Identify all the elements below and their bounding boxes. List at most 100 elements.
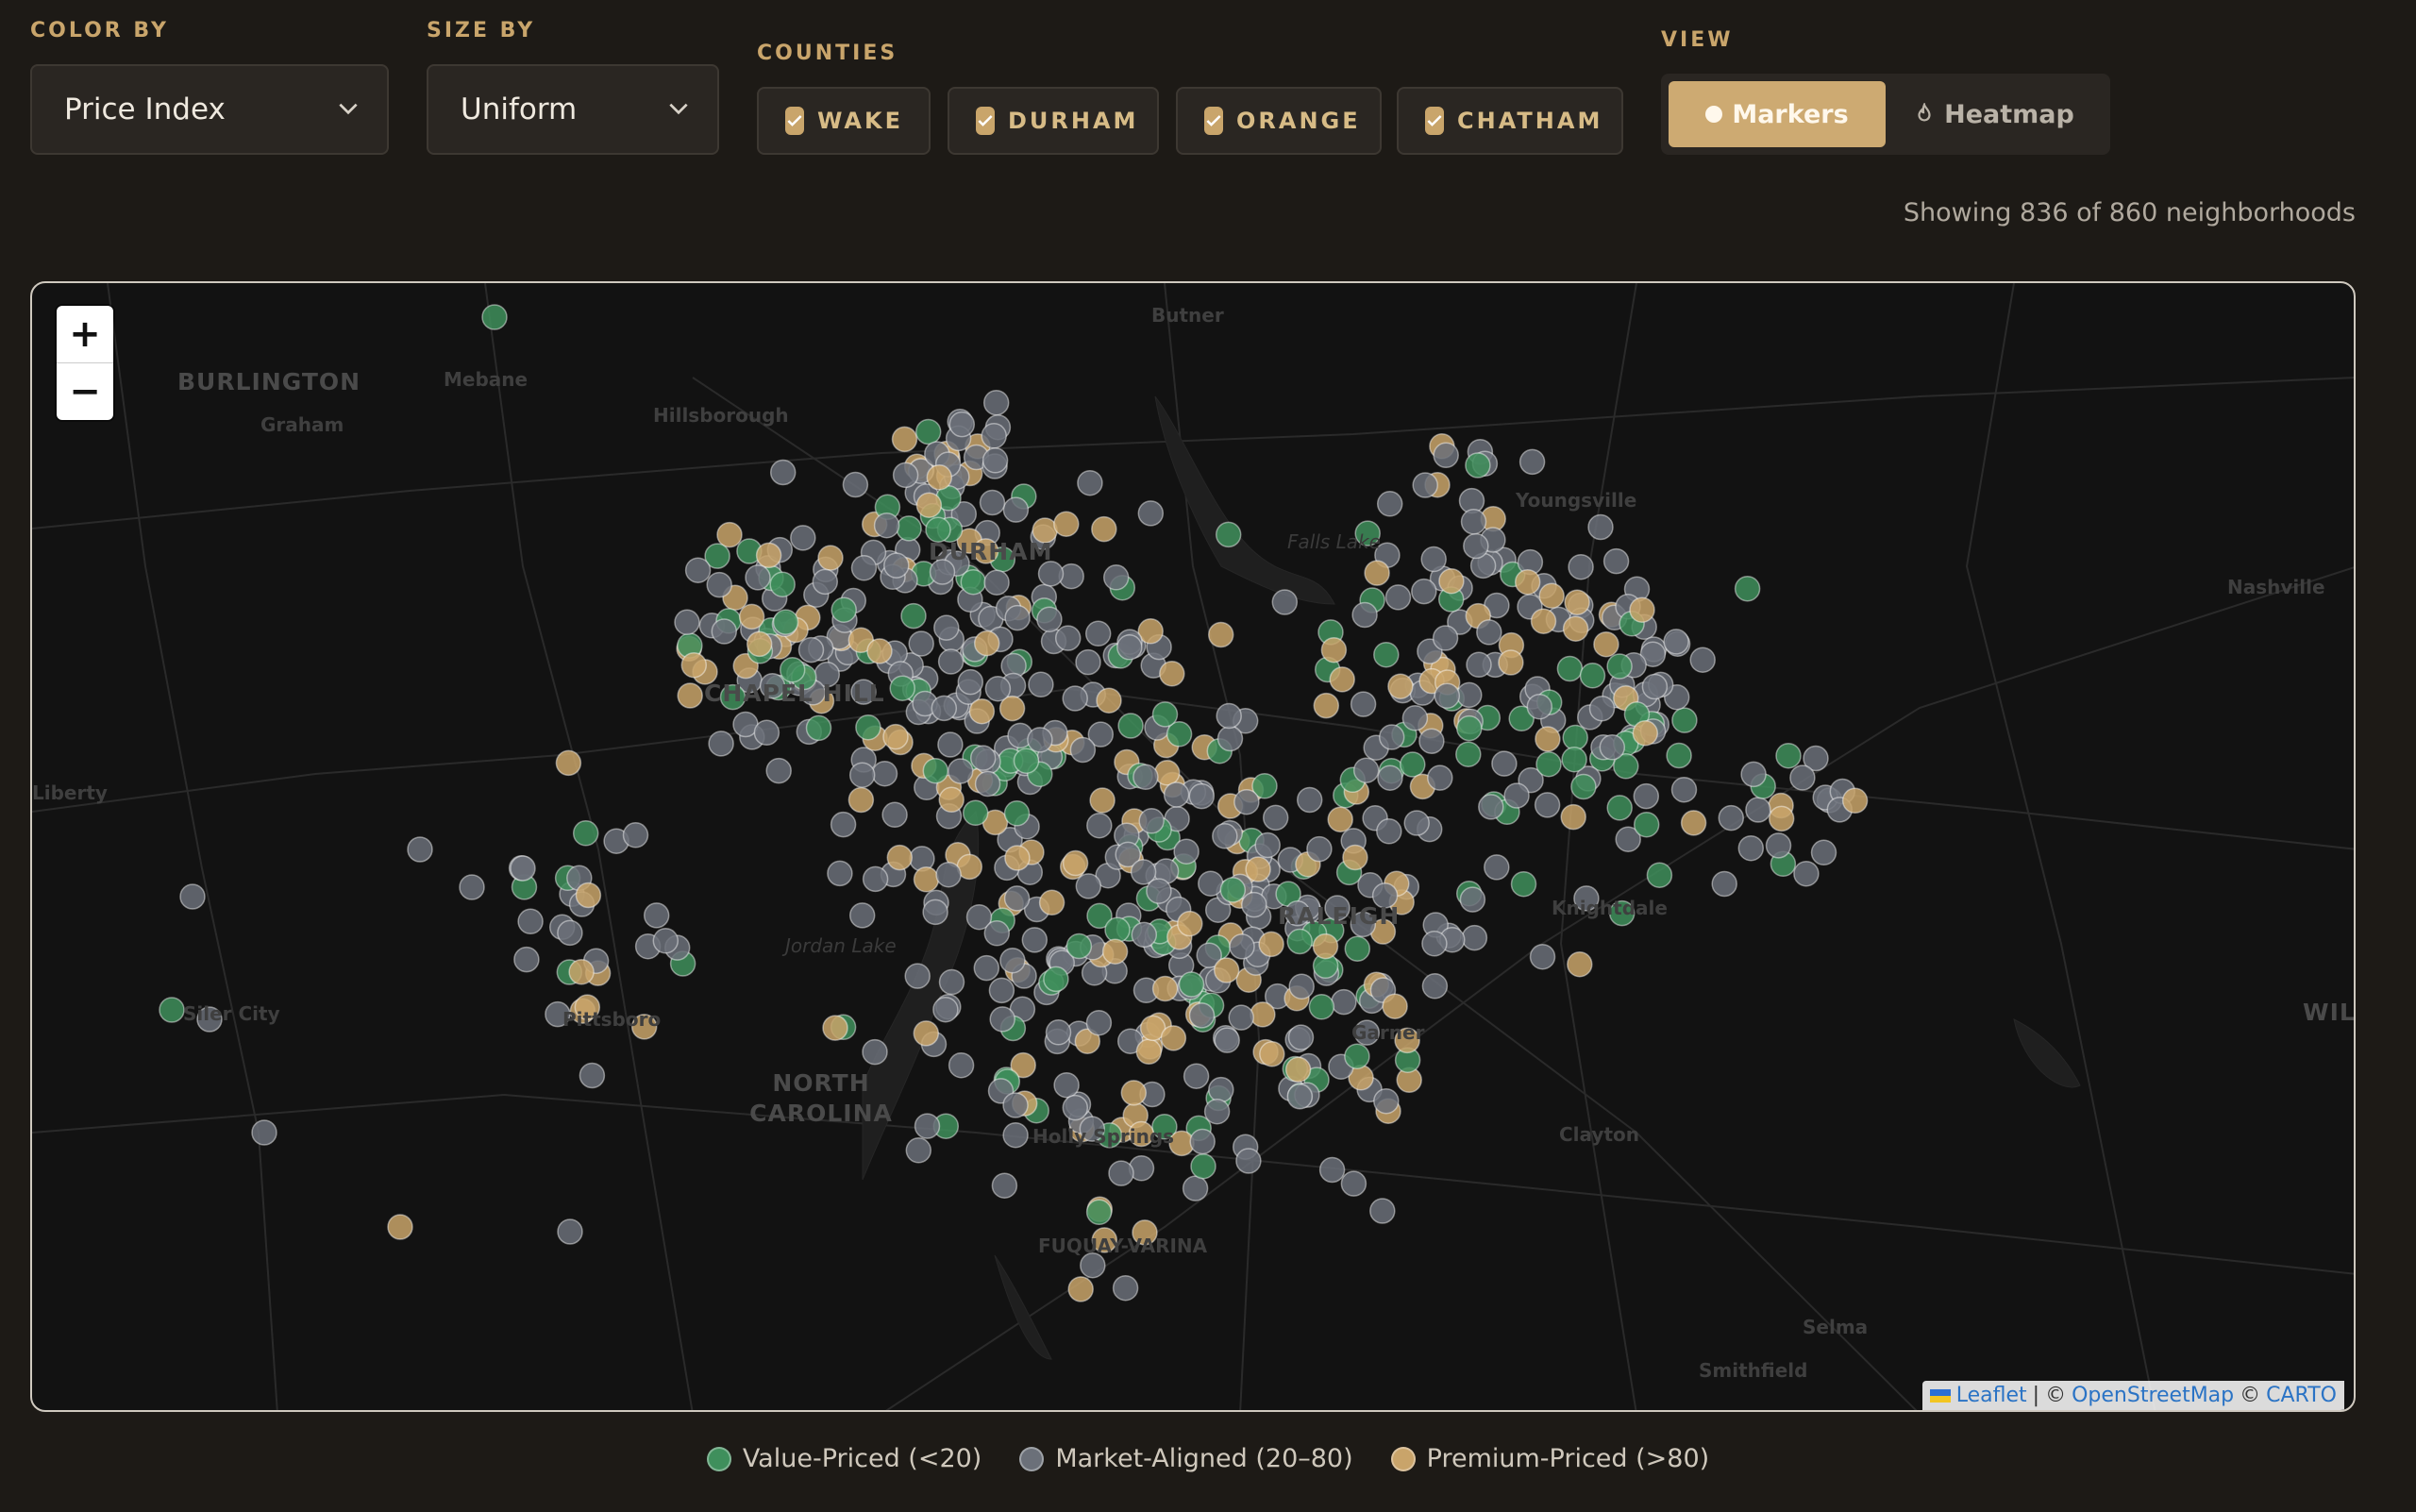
neighborhood-marker[interactable] — [1067, 1276, 1094, 1302]
neighborhood-marker[interactable] — [513, 946, 540, 973]
neighborhood-marker[interactable] — [1054, 625, 1082, 651]
neighborhood-marker[interactable] — [1373, 1087, 1400, 1115]
neighborhood-marker[interactable] — [1588, 695, 1616, 722]
neighborhood-marker[interactable] — [1213, 957, 1240, 983]
neighborhood-marker[interactable] — [1384, 584, 1412, 611]
neighborhood-marker[interactable] — [969, 745, 997, 771]
neighborhood-marker[interactable] — [1084, 620, 1112, 647]
neighborhood-marker[interactable] — [1138, 808, 1165, 834]
neighborhood-marker[interactable] — [1432, 625, 1459, 651]
neighborhood-marker[interactable] — [1364, 560, 1390, 586]
neighborhood-marker[interactable] — [1306, 835, 1333, 863]
neighborhood-marker[interactable] — [1320, 636, 1348, 664]
neighborhood-marker[interactable] — [1562, 724, 1588, 751]
neighborhood-marker[interactable] — [882, 723, 909, 750]
neighborhood-marker[interactable] — [1086, 812, 1113, 839]
neighborhood-marker[interactable] — [251, 1119, 277, 1146]
neighborhood-marker[interactable] — [1203, 1098, 1231, 1125]
neighborhood-marker[interactable] — [407, 836, 433, 863]
neighborhood-marker[interactable] — [769, 459, 797, 486]
neighborhood-marker[interactable] — [481, 304, 508, 330]
neighborhood-marker[interactable] — [1535, 726, 1561, 752]
neighborhood-marker[interactable] — [652, 928, 680, 954]
neighborhood-marker[interactable] — [1514, 568, 1541, 596]
neighborhood-marker[interactable] — [935, 861, 962, 888]
carto-link[interactable]: CARTO — [2266, 1384, 2337, 1407]
neighborhood-marker[interactable] — [680, 651, 708, 679]
neighborhood-marker[interactable] — [968, 697, 996, 725]
neighborhood-marker[interactable] — [1120, 1080, 1148, 1106]
neighborhood-marker[interactable] — [871, 760, 898, 787]
neighborhood-marker[interactable] — [1262, 804, 1289, 832]
neighborhood-marker[interactable] — [1421, 973, 1449, 1000]
neighborhood-marker[interactable] — [983, 569, 1010, 596]
neighborhood-marker[interactable] — [989, 1006, 1015, 1033]
neighborhood-marker[interactable] — [1745, 797, 1771, 823]
neighborhood-marker[interactable] — [938, 968, 965, 996]
neighborhood-marker[interactable] — [1463, 532, 1489, 560]
neighborhood-marker[interactable] — [708, 731, 734, 757]
neighborhood-marker[interactable] — [1085, 1199, 1113, 1226]
neighborhood-marker[interactable] — [1287, 1024, 1315, 1050]
neighborhood-marker[interactable] — [1810, 839, 1837, 866]
neighborhood-marker[interactable] — [1387, 673, 1414, 699]
zoom-in-button[interactable]: + — [57, 306, 113, 363]
neighborhood-marker[interactable] — [948, 411, 976, 438]
neighborhood-marker[interactable] — [1663, 629, 1689, 655]
neighborhood-marker[interactable] — [1456, 681, 1483, 709]
neighborhood-marker[interactable] — [1641, 673, 1669, 700]
county-chip-orange[interactable]: ORANGE — [1176, 87, 1382, 155]
neighborhood-marker[interactable] — [855, 714, 881, 741]
neighborhood-marker[interactable] — [1189, 1128, 1216, 1155]
neighborhood-marker[interactable] — [510, 855, 536, 882]
neighborhood-marker[interactable] — [387, 1214, 413, 1240]
neighborhood-marker[interactable] — [1116, 634, 1143, 661]
neighborhood-marker[interactable] — [711, 618, 738, 645]
neighborhood-marker[interactable] — [1418, 728, 1445, 754]
neighborhood-marker[interactable] — [1159, 661, 1185, 687]
neighborhood-marker[interactable] — [1376, 491, 1403, 517]
neighborhood-marker[interactable] — [1789, 764, 1816, 791]
neighborhood-marker[interactable] — [1459, 886, 1486, 913]
neighborhood-marker[interactable] — [1036, 606, 1063, 632]
neighborhood-marker[interactable] — [772, 609, 799, 635]
neighborhood-marker[interactable] — [1768, 805, 1795, 832]
neighborhood-marker[interactable] — [746, 630, 773, 658]
neighborhood-marker[interactable] — [1135, 1038, 1163, 1066]
neighborhood-marker[interactable] — [842, 471, 869, 498]
neighborhood-marker[interactable] — [1296, 786, 1323, 814]
neighborhood-marker[interactable] — [1284, 1056, 1312, 1084]
county-chip-wake[interactable]: WAKE — [757, 87, 931, 155]
neighborhood-marker[interactable] — [1318, 1156, 1346, 1184]
neighborhood-marker[interactable] — [1250, 1001, 1276, 1028]
neighborhood-marker[interactable] — [1235, 1148, 1262, 1174]
neighborhood-marker[interactable] — [1065, 932, 1093, 960]
neighborhood-marker[interactable] — [716, 521, 743, 548]
neighborhood-marker[interactable] — [891, 426, 918, 453]
neighborhood-marker[interactable] — [738, 603, 765, 630]
neighborhood-marker[interactable] — [1420, 546, 1447, 573]
neighborhood-marker[interactable] — [1403, 810, 1430, 836]
neighborhood-marker[interactable] — [1689, 647, 1716, 673]
neighborhood-marker[interactable] — [1438, 567, 1465, 595]
neighborhood-marker[interactable] — [981, 423, 1007, 449]
neighborhood-marker[interactable] — [1003, 800, 1031, 827]
neighborhood-marker[interactable] — [1711, 870, 1737, 898]
neighborhood-marker[interactable] — [1526, 693, 1553, 720]
neighborhood-marker[interactable] — [1530, 608, 1557, 634]
neighborhood-marker[interactable] — [900, 602, 927, 630]
neighborhood-marker[interactable] — [1178, 971, 1205, 998]
neighborhood-marker[interactable] — [1476, 619, 1502, 646]
neighborhood-marker[interactable] — [755, 542, 782, 569]
neighborhood-marker[interactable] — [790, 525, 816, 551]
neighborhood-marker[interactable] — [896, 515, 922, 542]
neighborhood-marker[interactable] — [1737, 834, 1765, 862]
neighborhood-marker[interactable] — [179, 883, 206, 910]
map[interactable]: Butner BURLINGTON Graham Mebane Hillsbor… — [30, 281, 2356, 1412]
neighborhood-marker[interactable] — [579, 1062, 606, 1089]
neighborhood-marker[interactable] — [706, 571, 732, 598]
neighborhood-marker[interactable] — [1567, 950, 1593, 978]
neighborhood-marker[interactable] — [1254, 832, 1281, 859]
neighborhood-marker[interactable] — [677, 682, 703, 709]
neighborhood-marker[interactable] — [1183, 1063, 1210, 1089]
